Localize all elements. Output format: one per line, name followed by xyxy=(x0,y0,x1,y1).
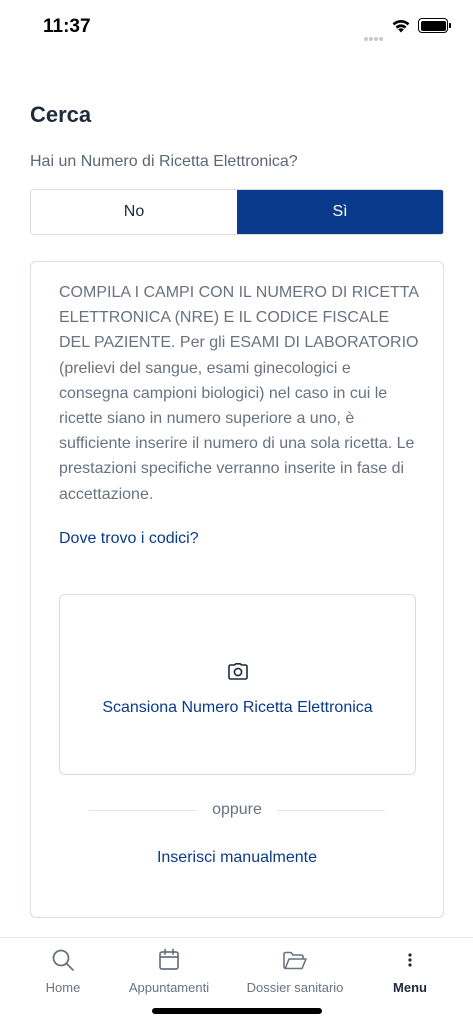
divider-line-right xyxy=(277,810,385,811)
more-vertical-icon xyxy=(375,948,445,974)
tab-dossier[interactable]: Dossier sanitario xyxy=(238,948,352,995)
or-divider: oppure xyxy=(89,800,385,820)
scan-nre-button[interactable]: Scansiona Numero Ricetta Elettronica xyxy=(59,594,416,775)
nre-card: COMPILA I CAMPI CON IL NUMERO DI RICETTA… xyxy=(30,261,444,918)
page-title: Cerca xyxy=(30,102,92,127)
wifi-icon xyxy=(391,18,411,38)
tab-menu[interactable]: Menu xyxy=(375,948,445,995)
status-time: 11:37 xyxy=(43,16,91,37)
manual-entry-link[interactable]: Inserisci manualmente xyxy=(31,849,443,867)
tab-appointments-label: Appuntamenti xyxy=(128,980,210,995)
nre-question-label: Hai un Numero di Ricetta Elettronica? xyxy=(30,153,298,170)
home-indicator xyxy=(152,1008,322,1014)
where-codes-link[interactable]: Dove trovo i codici? xyxy=(59,530,199,548)
nre-segmented-control: No Sì xyxy=(30,189,444,235)
folder-icon xyxy=(238,948,352,974)
battery-icon xyxy=(418,18,451,33)
tab-appointments[interactable]: Appuntamenti xyxy=(120,948,218,995)
camera-icon xyxy=(228,663,248,685)
search-icon xyxy=(23,948,103,974)
scan-nre-label: Scansiona Numero Ricetta Elettronica xyxy=(102,699,373,716)
tab-home[interactable]: Home xyxy=(23,948,103,995)
tab-menu-label: Menu xyxy=(393,980,427,995)
status-bar: 11:37 xyxy=(0,0,473,54)
segment-no-button[interactable]: No xyxy=(31,190,237,234)
screen: 11:37 Cerca Hai un Numero di Ricetta Ele… xyxy=(0,0,473,1024)
calendar-icon xyxy=(120,948,218,974)
segment-yes-button[interactable]: Sì xyxy=(237,190,443,234)
instructions-text: COMPILA I CAMPI CON IL NUMERO DI RICETTA… xyxy=(59,284,419,503)
cellular-signal-icon xyxy=(364,28,386,41)
tab-dossier-label: Dossier sanitario xyxy=(246,980,344,995)
tab-home-label: Home xyxy=(45,980,81,995)
